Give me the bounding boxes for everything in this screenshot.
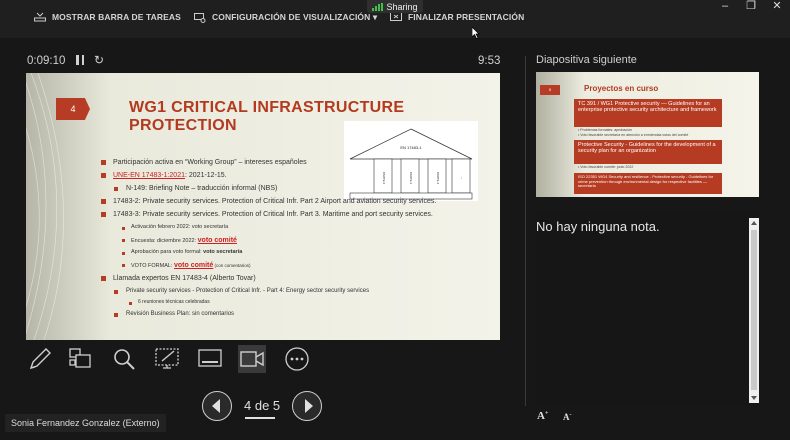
minimize-icon[interactable]: –: [714, 0, 736, 14]
panel-divider[interactable]: [525, 56, 526, 406]
increase-font-button[interactable]: A+: [537, 410, 548, 422]
bullet-voto-formal: VOTO FORMAL: voto comité (con comentario…: [122, 262, 251, 270]
bullet-reuniones: 6 reuniones técnicas celebradas: [129, 299, 210, 305]
decrease-font-button[interactable]: A-: [563, 412, 572, 422]
pillar-label-2: PARTE 3: [409, 172, 413, 185]
slide-counter-underline: [245, 417, 275, 419]
taskbar-icon: [34, 12, 46, 22]
more-options-icon: [285, 347, 309, 371]
speaker-notes-text: No hay ninguna nota.: [536, 219, 660, 234]
next-slide-title: Proyectos en curso: [584, 84, 659, 93]
end-show-icon: [390, 12, 402, 21]
next-slide-note-3: • Voto favorable comité: junio 2022: [578, 165, 634, 169]
sharing-indicator[interactable]: Sharing: [367, 0, 423, 13]
pillar-label-3: PARTE 4: [436, 172, 440, 185]
slide-number-badge: 4: [56, 98, 90, 120]
scroll-up-icon[interactable]: [751, 221, 757, 225]
laser-pointer-icon: [155, 348, 179, 369]
une-en-date: : 2021-12-15.: [185, 172, 227, 179]
encuesta-label: Encuesta: diciembre 2022:: [131, 238, 198, 244]
next-slide-box-2: Protective Security - Guidelines for the…: [574, 140, 722, 164]
bullet-encuesta: Encuesta: diciembre 2022: voto comité: [122, 237, 237, 245]
bullet-activacion: Activación febrero 2022: voto secretaría: [121, 224, 229, 230]
close-icon[interactable]: ✕: [766, 0, 788, 14]
sharing-label: Sharing: [386, 1, 418, 12]
bullet-17483-2: 17483-2: Private security services. Prot…: [100, 198, 437, 205]
bullet-aprobacion: Aprobación para voto formal: voto secret…: [121, 249, 243, 256]
mouse-cursor-icon: [472, 27, 480, 39]
bullet-une-en: UNE-EN 17483-1:2021: 2021-12-15.: [101, 172, 227, 179]
show-taskbar-label: MOSTRAR BARRA DE TAREAS: [52, 12, 181, 22]
pause-timer-icon[interactable]: [76, 55, 84, 65]
magnifier-icon: [114, 349, 135, 370]
end-slideshow-label: FINALIZAR PRESENTACIÓN: [408, 12, 525, 22]
display-settings-icon: [194, 12, 206, 23]
next-slide-preview[interactable]: 5 Proyectos en curso TC 391 / WG1 Protec…: [536, 72, 759, 197]
slide-counter[interactable]: 4 de 5: [244, 398, 280, 413]
next-slide-box-1: TC 391 / WG1 Protective security — Guide…: [574, 99, 722, 127]
video-camera-icon: [240, 351, 264, 367]
bullet-briefing-note: N-149: Briefing Note – traducción inform…: [113, 185, 278, 192]
aprobacion-value: voto secretaría: [203, 249, 243, 255]
slides-grid-icon: [69, 348, 91, 368]
current-time: 9:53: [478, 55, 501, 67]
current-slide[interactable]: 4 WG1 CRITICAL INFRASTRUCTURE PROTECTION…: [26, 73, 500, 340]
scroll-down-icon[interactable]: [751, 396, 757, 400]
bullet-17483-3: 17483-3: Private security services. Prot…: [101, 211, 433, 218]
next-slide-box-3: ISO 22351 WG4 Security and resilience - …: [574, 173, 722, 194]
pen-tool-button[interactable]: [26, 345, 54, 373]
standards-house-diagram: EN 17483-1 PARTE 2 PARTE 3 PARTE 4 ...: [344, 121, 478, 201]
restart-timer-icon[interactable]: ↻: [94, 53, 104, 67]
show-taskbar-button[interactable]: MOSTRAR BARRA DE TAREAS: [34, 12, 181, 22]
voto-formal-note: (con comentarios): [213, 263, 251, 268]
bullet-part4: Private security services - Protection o…: [113, 288, 370, 294]
notes-scrollbar[interactable]: [749, 218, 759, 403]
restore-icon[interactable]: ❐: [740, 0, 762, 14]
see-all-slides-button[interactable]: [67, 345, 95, 373]
bullet-business-plan: Revisión Business Plan: sin comentarios: [113, 311, 235, 317]
pillar-label-1: PARTE 2: [382, 172, 386, 185]
elapsed-timer: 0:09:10: [27, 55, 66, 67]
voto-formal-link[interactable]: voto comité: [174, 262, 213, 269]
previous-slide-button[interactable]: [202, 391, 232, 421]
display-settings-button[interactable]: CONFIGURACIÓN DE VISUALIZACIÓN ▾: [194, 12, 377, 23]
screen-icon: [198, 349, 222, 367]
next-slide-note-2: • Voto favorable secretaría en atención …: [578, 133, 689, 137]
voto-formal-label: VOTO FORMAL:: [131, 263, 174, 269]
pen-icon: [29, 348, 51, 370]
presenter-top-bar: MOSTRAR BARRA DE TAREAS CONFIGURACIÓN DE…: [0, 0, 790, 38]
une-en-link[interactable]: UNE-EN 17483-1:2021: [113, 172, 185, 179]
pointer-options-button[interactable]: [153, 345, 181, 373]
next-slide-note-1: • Problemas formales: aprobación: [578, 128, 632, 132]
signal-bars-icon: [372, 2, 384, 11]
zoom-button[interactable]: [110, 345, 138, 373]
black-screen-button[interactable]: [196, 345, 224, 373]
next-slide-number: 5: [540, 85, 560, 95]
aprobacion-label: Aprobación para voto formal:: [131, 249, 204, 255]
next-slide-button[interactable]: [292, 391, 322, 421]
bullet-working-group: Participación activa en “Working Group” …: [101, 159, 307, 166]
next-slide-label: Diapositiva siguiente: [536, 54, 637, 66]
scroll-thumb[interactable]: [751, 230, 757, 390]
pillar-label-4: ...: [460, 177, 464, 180]
more-options-button[interactable]: [283, 345, 311, 373]
encuesta-vote-link[interactable]: voto comité: [198, 237, 237, 244]
bullet-llamada: Llamada expertos EN 17483-4 (Alberto Tov…: [101, 275, 256, 282]
end-slideshow-button[interactable]: FINALIZAR PRESENTACIÓN: [390, 12, 524, 22]
arrow-right-icon: [305, 399, 313, 413]
arrow-left-icon: [212, 399, 220, 413]
camera-toggle-button[interactable]: [238, 345, 266, 373]
house-roof-label: EN 17483-1: [400, 145, 422, 150]
participant-name-label: Sonia Fernandez Gonzalez (Externo): [5, 414, 166, 432]
speaker-notes-pane[interactable]: No hay ninguna nota.: [536, 211, 759, 406]
display-settings-label: CONFIGURACIÓN DE VISUALIZACIÓN ▾: [212, 12, 378, 22]
